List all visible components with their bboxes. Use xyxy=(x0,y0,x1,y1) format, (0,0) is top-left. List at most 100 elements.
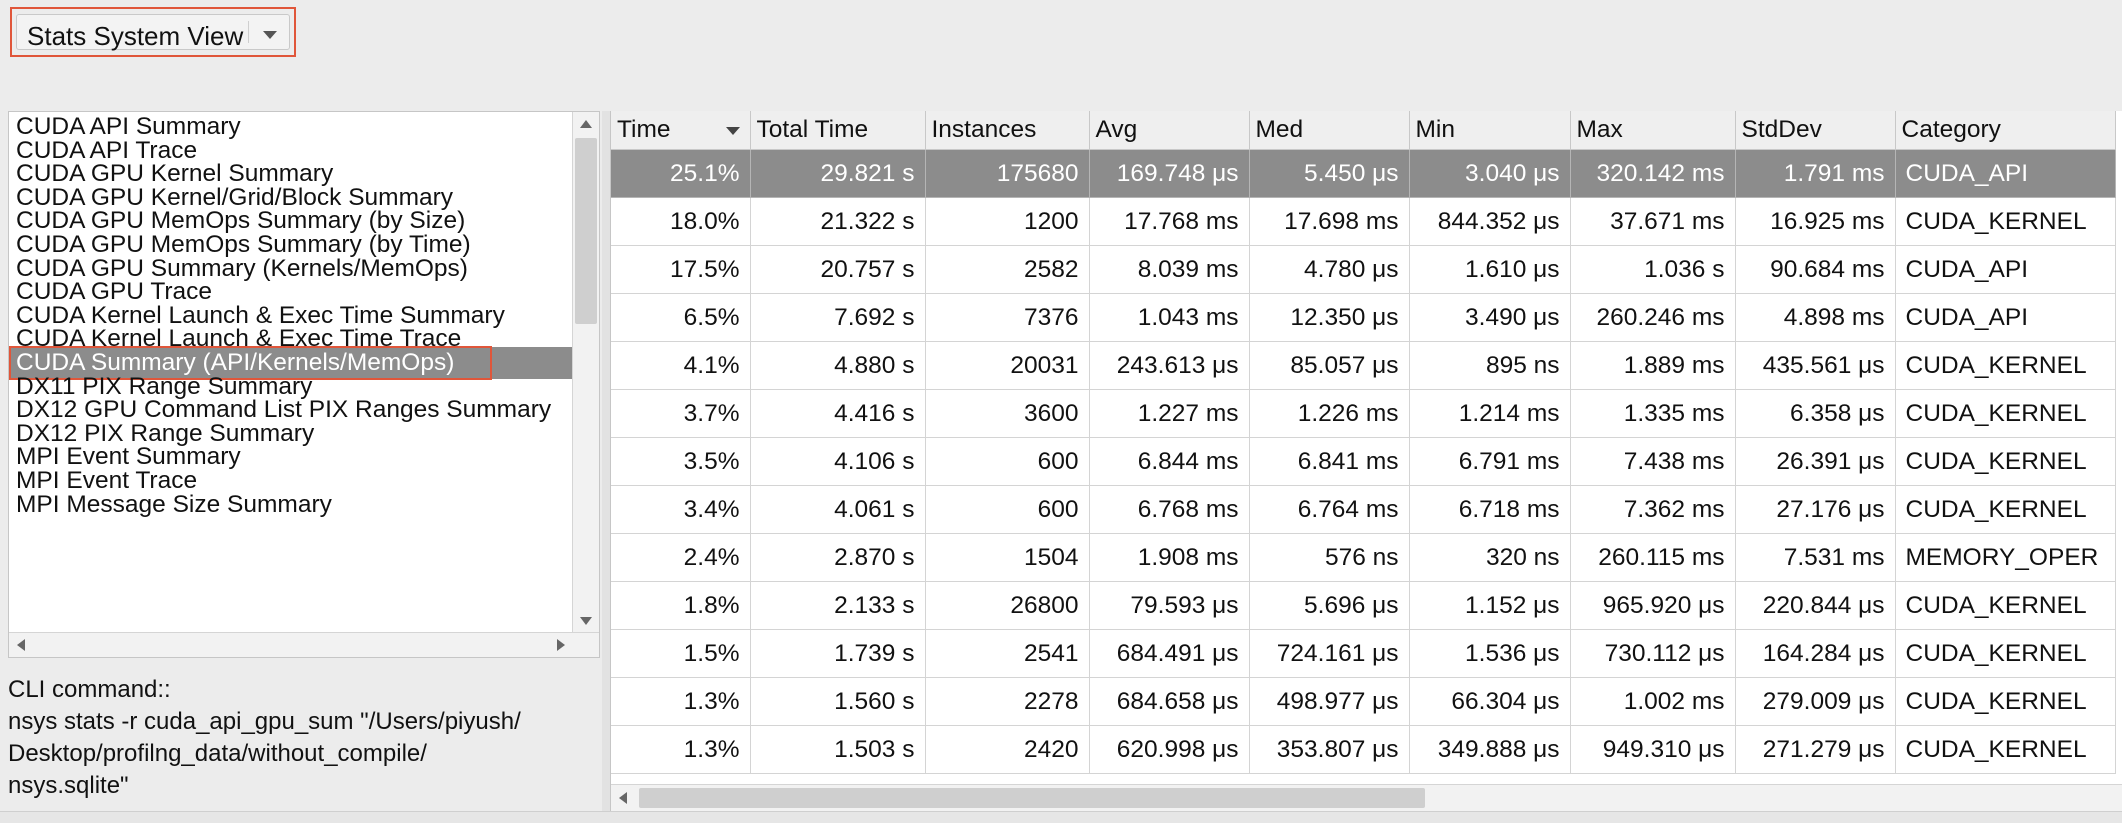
table-body: 25.1% 29.821 s 175680 169.748 μs 5.450 μs 3.0… xyxy=(611,149,2116,774)
table-row[interactable]: 6.5% 7.692 s 7376 1.043 ms 12.350 μs 3.490 μs… xyxy=(611,293,2116,342)
column-header-avg[interactable]: Avg xyxy=(1089,111,1250,150)
scroll-up-arrow-icon[interactable] xyxy=(580,120,592,128)
table-horizontal-scrollbar[interactable] xyxy=(611,784,2122,811)
table-row[interactable]: 3.4% 4.061 s 600 6.768 ms 6.764 ms 6.718 ms 7.… xyxy=(611,485,2116,534)
cell-stddev: 27.176 μs xyxy=(1735,485,1896,534)
cell-min: 1.610 μs xyxy=(1409,245,1571,294)
column-header-max[interactable]: Max xyxy=(1570,111,1736,150)
cell-avg: 6.768 ms xyxy=(1089,485,1250,534)
cell-min: 3.490 μs xyxy=(1409,293,1571,342)
table-row[interactable]: 3.7% 4.416 s 3600 1.227 ms 1.226 ms 1.214 ms 1… xyxy=(611,389,2116,438)
cell-category: CUDA_API xyxy=(1895,149,2116,198)
cell-max: 7.438 ms xyxy=(1570,437,1736,486)
cell-stddev: 164.284 μs xyxy=(1735,629,1896,678)
cell-instances: 2420 xyxy=(925,725,1090,774)
table-row[interactable]: 3.5% 4.106 s 600 6.844 ms 6.841 ms 6.791 ms 7.… xyxy=(611,437,2116,486)
table-header-row: Time Total Time Instances Avg Med Min Max StdDe… xyxy=(611,111,2116,150)
scrollbar-thumb[interactable] xyxy=(575,138,597,324)
column-header-label: Category xyxy=(1901,116,2001,143)
stats-table[interactable]: Time Total Time Instances Avg Med Min Max StdDe… xyxy=(610,111,2122,811)
cell-instances: 600 xyxy=(925,437,1090,486)
window-bottom-edge xyxy=(0,811,2122,823)
scroll-left-arrow-icon[interactable] xyxy=(17,639,25,651)
cell-med: 6.841 ms xyxy=(1249,437,1410,486)
cell-instances: 600 xyxy=(925,485,1090,534)
cell-time: 3.5% xyxy=(611,437,751,486)
cell-max: 1.335 ms xyxy=(1570,389,1736,438)
cell-total-time: 1.503 s xyxy=(750,725,926,774)
table-row[interactable]: 1.5% 1.739 s 2541 684.491 μs 724.161 μs 1.536… xyxy=(611,629,2116,678)
cell-max: 949.310 μs xyxy=(1570,725,1736,774)
panel-splitter[interactable] xyxy=(602,111,610,811)
table-row[interactable]: 4.1% 4.880 s 20031 243.613 μs 85.057 μs 895 n… xyxy=(611,341,2116,390)
report-list[interactable]: CUDA API Summary CUDA API Trace CUDA GPU K… xyxy=(8,111,600,658)
cell-med: 4.780 μs xyxy=(1249,245,1410,294)
cell-total-time: 2.133 s xyxy=(750,581,926,630)
report-list-item-label: MPI Message Size Summary xyxy=(16,490,332,518)
report-list-horizontal-scrollbar[interactable] xyxy=(9,632,599,657)
scroll-left-arrow-icon[interactable] xyxy=(619,792,627,804)
cell-med: 353.807 μs xyxy=(1249,725,1410,774)
cell-total-time: 4.061 s xyxy=(750,485,926,534)
table-row[interactable]: 2.4% 2.870 s 1504 1.908 ms 576 ns 320 ns 260.1… xyxy=(611,533,2116,582)
table-row[interactable]: 25.1% 29.821 s 175680 169.748 μs 5.450 μs 3.0… xyxy=(611,149,2116,198)
cell-avg: 684.658 μs xyxy=(1089,677,1250,726)
scroll-right-arrow-icon[interactable] xyxy=(557,639,565,651)
cell-total-time: 4.106 s xyxy=(750,437,926,486)
dropdown-separator xyxy=(248,21,249,43)
cell-category: CUDA_KERNEL xyxy=(1895,677,2116,726)
cell-total-time: 21.322 s xyxy=(750,197,926,246)
column-header-category[interactable]: Category xyxy=(1895,111,2116,150)
cell-total-time: 2.870 s xyxy=(750,533,926,582)
scroll-down-arrow-icon[interactable] xyxy=(580,617,592,625)
cell-instances: 26800 xyxy=(925,581,1090,630)
cell-category: CUDA_KERNEL xyxy=(1895,485,2116,534)
cell-max: 965.920 μs xyxy=(1570,581,1736,630)
column-header-total-time[interactable]: Total Time xyxy=(750,111,926,150)
cell-min: 6.718 ms xyxy=(1409,485,1571,534)
column-header-stddev[interactable]: StdDev xyxy=(1735,111,1896,150)
column-header-instances[interactable]: Instances xyxy=(925,111,1090,150)
cell-category: CUDA_KERNEL xyxy=(1895,197,2116,246)
stats-view-dropdown-label: Stats System View xyxy=(27,21,244,51)
cell-stddev: 271.279 μs xyxy=(1735,725,1896,774)
cell-stddev: 90.684 ms xyxy=(1735,245,1896,294)
column-header-min[interactable]: Min xyxy=(1409,111,1571,150)
cell-avg: 243.613 μs xyxy=(1089,341,1250,390)
cell-min: 349.888 μs xyxy=(1409,725,1571,774)
column-header-label: Total Time xyxy=(756,116,869,143)
cell-category: CUDA_KERNEL xyxy=(1895,341,2116,390)
column-header-label: Min xyxy=(1415,116,1455,143)
table-row[interactable]: 18.0% 21.322 s 1200 17.768 ms 17.698 ms 844.3… xyxy=(611,197,2116,246)
cell-time: 1.5% xyxy=(611,629,751,678)
cell-avg: 169.748 μs xyxy=(1089,149,1250,198)
report-list-items: CUDA API Summary CUDA API Trace CUDA GPU K… xyxy=(9,112,573,633)
cell-avg: 1.908 ms xyxy=(1089,533,1250,582)
cell-max: 320.142 ms xyxy=(1570,149,1736,198)
column-header-label: Time xyxy=(617,116,671,143)
table-row[interactable]: 17.5% 20.757 s 2582 8.039 ms 4.780 μs 1.610 μ… xyxy=(611,245,2116,294)
cell-min: 320 ns xyxy=(1409,533,1571,582)
sort-descending-icon[interactable] xyxy=(725,127,740,135)
stats-view-dropdown[interactable]: Stats System View xyxy=(10,7,296,57)
cell-category: CUDA_API xyxy=(1895,293,2116,342)
column-header-time[interactable]: Time xyxy=(611,111,751,150)
cell-stddev: 16.925 ms xyxy=(1735,197,1896,246)
cell-total-time: 4.880 s xyxy=(750,341,926,390)
cell-min: 66.304 μs xyxy=(1409,677,1571,726)
cell-max: 37.671 ms xyxy=(1570,197,1736,246)
table-row[interactable]: 1.3% 1.560 s 2278 684.658 μs 498.977 μs 66.30… xyxy=(611,677,2116,726)
cell-time: 17.5% xyxy=(611,245,751,294)
cell-max: 1.036 s xyxy=(1570,245,1736,294)
cell-time: 25.1% xyxy=(611,149,751,198)
report-list-item[interactable]: MPI Message Size Summary xyxy=(9,489,573,521)
cell-time: 2.4% xyxy=(611,533,751,582)
cell-instances: 7376 xyxy=(925,293,1090,342)
column-header-med[interactable]: Med xyxy=(1249,111,1410,150)
table-row[interactable]: 1.3% 1.503 s 2420 620.998 μs 353.807 μs 349.8… xyxy=(611,725,2116,774)
table-row[interactable]: 1.8% 2.133 s 26800 79.593 μs 5.696 μs 1.152 μ… xyxy=(611,581,2116,630)
scrollbar-thumb[interactable] xyxy=(639,788,1425,808)
cell-max: 260.115 ms xyxy=(1570,533,1736,582)
chevron-down-icon[interactable] xyxy=(263,31,277,39)
report-list-vertical-scrollbar[interactable] xyxy=(572,112,599,633)
